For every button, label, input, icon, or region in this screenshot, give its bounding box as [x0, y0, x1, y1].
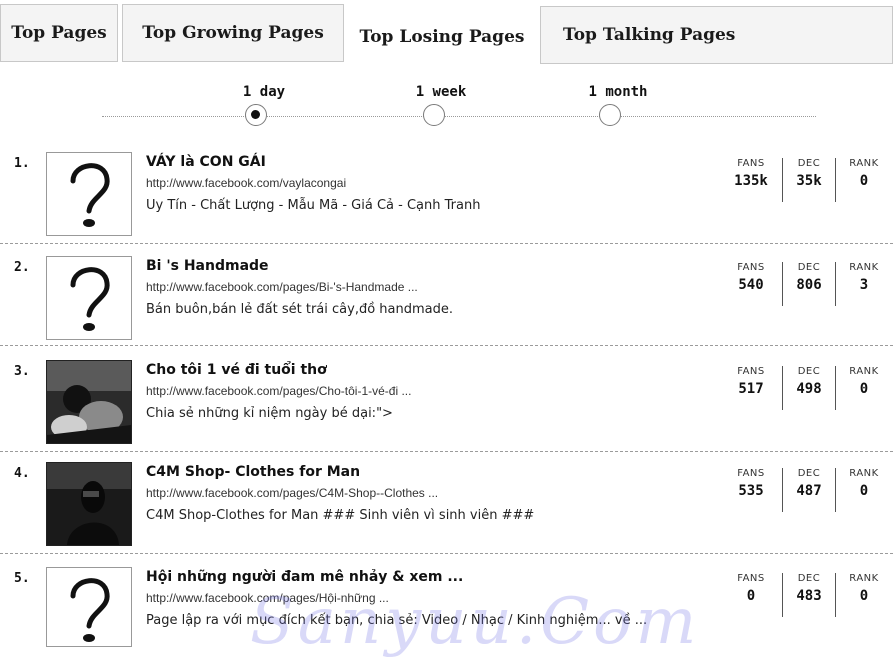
dec-value: 35k	[796, 173, 822, 189]
tab-top-losing-pages[interactable]: Top Losing Pages	[344, 8, 540, 66]
photo-icon	[47, 361, 131, 443]
row-divider	[0, 553, 893, 554]
rank-number: 2.	[14, 260, 30, 275]
row-divider	[0, 345, 893, 346]
row-divider	[0, 451, 893, 452]
dec-stat: DEC 487	[782, 468, 835, 512]
period-radio-1-week[interactable]	[423, 104, 445, 126]
rank-value: 0	[859, 483, 869, 499]
dec-label: DEC	[797, 262, 821, 273]
dec-label: DEC	[797, 573, 821, 584]
question-mark-icon	[70, 163, 110, 227]
rank-value: 3	[859, 277, 869, 293]
fans-value: 535	[738, 483, 764, 499]
dec-label: DEC	[797, 468, 821, 479]
page-title[interactable]: Hội những người đam mê nhảy & xem ...	[146, 569, 463, 585]
fans-value: 0	[746, 588, 756, 604]
rank-stat: RANK 3	[835, 262, 892, 306]
page-stats: FANS 517 DEC 498 RANK 0	[720, 366, 892, 410]
rank-label: RANK	[849, 468, 879, 479]
fans-value: 540	[738, 277, 764, 293]
page-thumbnail[interactable]	[46, 567, 132, 647]
fans-stat: FANS 0	[720, 573, 782, 617]
dec-label: DEC	[797, 366, 821, 377]
list-item: 3. Cho tôi 1 vé đi tuổi thơ http://www.f…	[0, 358, 893, 458]
page-description: Bán buôn,bán lẻ đất sét trái cây,đồ hand…	[146, 302, 453, 317]
dec-value: 806	[796, 277, 822, 293]
period-label-1-week[interactable]: 1 week	[396, 84, 486, 100]
dec-label: DEC	[797, 158, 821, 169]
tab-top-growing-pages[interactable]: Top Growing Pages	[122, 4, 344, 62]
fans-stat: FANS 535	[720, 468, 782, 512]
rank-stat: RANK 0	[835, 573, 892, 617]
rank-value: 0	[859, 173, 869, 189]
row-divider	[0, 243, 893, 244]
dec-stat: DEC 35k	[782, 158, 835, 202]
rank-label: RANK	[849, 262, 879, 273]
rank-value: 0	[859, 381, 869, 397]
fans-label: FANS	[737, 366, 765, 377]
rank-stat: RANK 0	[835, 366, 892, 410]
dec-stat: DEC 483	[782, 573, 835, 617]
tab-top-pages[interactable]: Top Pages	[0, 4, 118, 62]
rank-number: 1.	[14, 156, 30, 171]
page-thumbnail[interactable]	[46, 360, 132, 444]
dec-stat: DEC 806	[782, 262, 835, 306]
page-stats: FANS 535 DEC 487 RANK 0	[720, 468, 892, 512]
fans-value: 517	[738, 381, 764, 397]
page-title[interactable]: VÁY là CON GÁI	[146, 154, 266, 170]
rank-number: 3.	[14, 364, 30, 379]
list-item: 2. Bi 's Handmade http://www.facebook.co…	[0, 254, 893, 354]
dec-value: 498	[796, 381, 822, 397]
period-radio-1-day[interactable]	[245, 104, 267, 126]
rank-value: 0	[859, 588, 869, 604]
page-description: C4M Shop-Clothes for Man ### Sinh viên v…	[146, 508, 535, 523]
page-stats: FANS 0 DEC 483 RANK 0	[720, 573, 892, 617]
period-label-1-month[interactable]: 1 month	[573, 84, 663, 100]
question-mark-icon	[70, 267, 110, 331]
rank-label: RANK	[849, 573, 879, 584]
tab-bar: Top Pages Top Growing Pages Top Losing P…	[0, 0, 893, 66]
rank-label: RANK	[849, 366, 879, 377]
dec-stat: DEC 498	[782, 366, 835, 410]
tab-top-talking-pages[interactable]: Top Talking Pages	[540, 6, 893, 64]
fans-stat: FANS 517	[720, 366, 782, 410]
page-thumbnail[interactable]	[46, 462, 132, 546]
page-stats: FANS 135k DEC 35k RANK 0	[720, 158, 892, 202]
page-url[interactable]: http://www.facebook.com/pages/C4M-Shop--…	[146, 486, 438, 500]
page-thumbnail[interactable]	[46, 152, 132, 236]
period-timeline	[102, 116, 816, 117]
dec-value: 483	[796, 588, 822, 604]
rank-number: 4.	[14, 466, 30, 481]
fans-label: FANS	[737, 573, 765, 584]
fans-value: 135k	[734, 173, 768, 189]
page-description: Uy Tín - Chất Lượng - Mẫu Mã - Giá Cả - …	[146, 198, 481, 213]
photo-icon	[47, 463, 131, 545]
dec-value: 487	[796, 483, 822, 499]
page-url[interactable]: http://www.facebook.com/vaylacongai	[146, 176, 346, 190]
question-mark-icon	[70, 578, 110, 642]
page-url[interactable]: http://www.facebook.com/pages/Cho-tôi-1-…	[146, 384, 411, 398]
page-description: Chia sẻ những kỉ niệm ngày bé dại:">	[146, 406, 393, 421]
page-url[interactable]: http://www.facebook.com/pages/Bi-'s-Hand…	[146, 280, 418, 294]
page-stats: FANS 540 DEC 806 RANK 3	[720, 262, 892, 306]
list-item: 1. VÁY là CON GÁI http://www.facebook.co…	[0, 150, 893, 250]
fans-label: FANS	[737, 468, 765, 479]
page-thumbnail[interactable]	[46, 256, 132, 340]
page-title[interactable]: C4M Shop- Clothes for Man	[146, 464, 360, 480]
rank-number: 5.	[14, 571, 30, 586]
period-radio-1-month[interactable]	[599, 104, 621, 126]
rank-stat: RANK 0	[835, 468, 892, 512]
watermark: Sanyuu.Com	[250, 585, 701, 659]
page-title[interactable]: Bi 's Handmade	[146, 258, 269, 274]
rank-stat: RANK 0	[835, 158, 892, 202]
fans-stat: FANS 540	[720, 262, 782, 306]
list-item: 4. C4M Shop- Clothes for Man http://www.…	[0, 460, 893, 560]
rank-label: RANK	[849, 158, 879, 169]
fans-stat: FANS 135k	[720, 158, 782, 202]
period-label-1-day[interactable]: 1 day	[219, 84, 309, 100]
fans-label: FANS	[737, 158, 765, 169]
fans-label: FANS	[737, 262, 765, 273]
page-title[interactable]: Cho tôi 1 vé đi tuổi thơ	[146, 362, 327, 378]
